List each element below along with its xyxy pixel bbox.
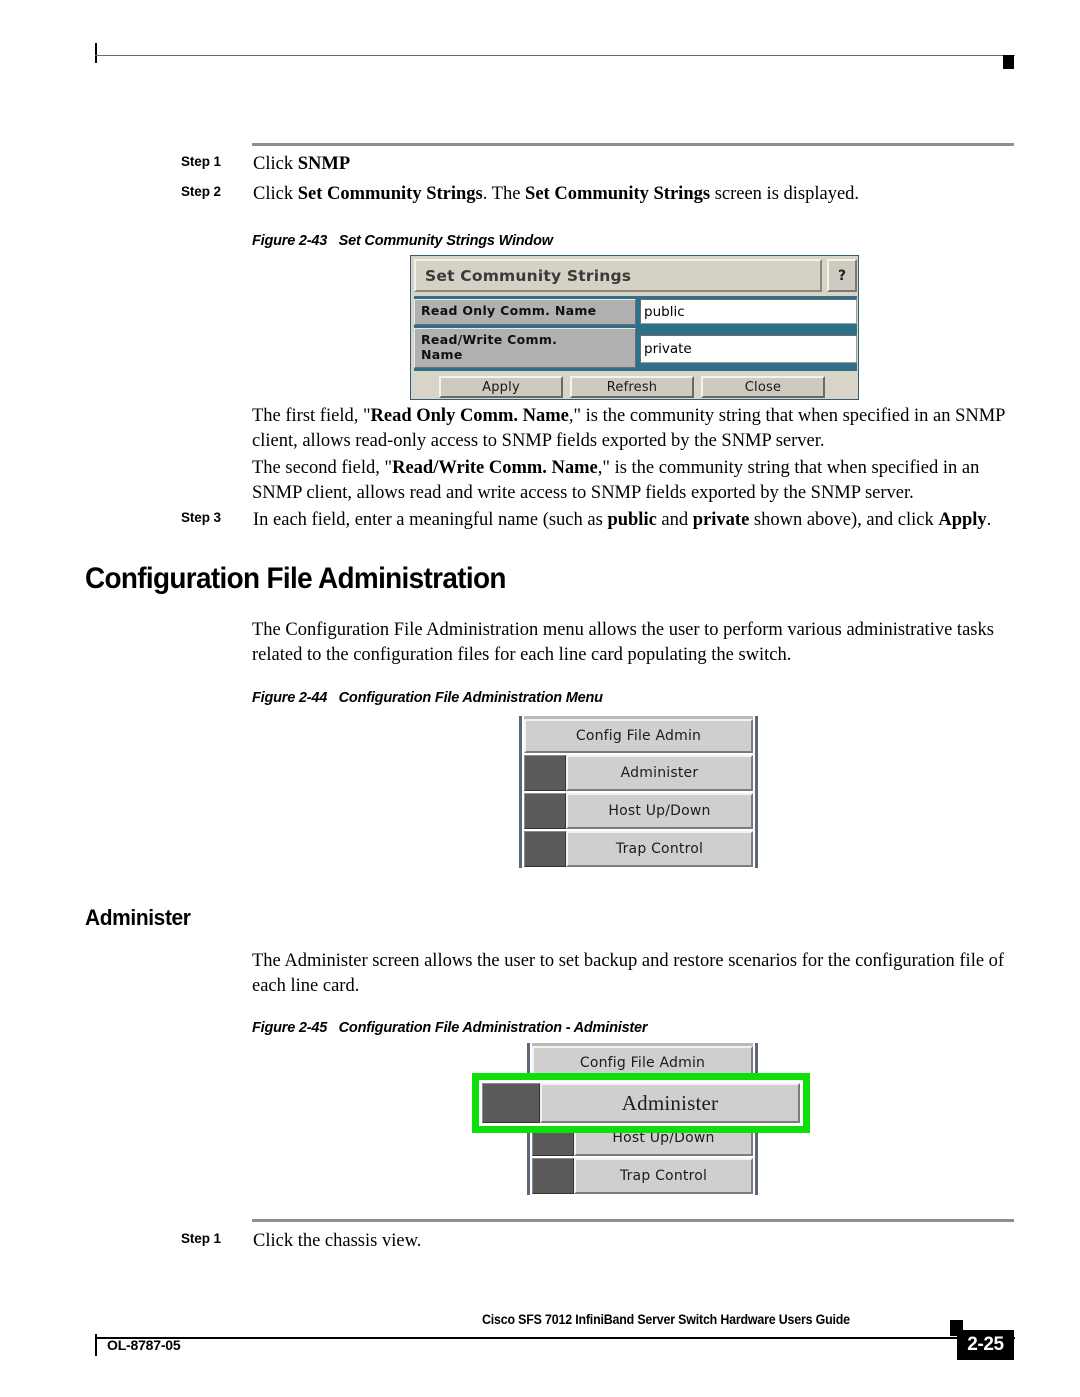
step-row-4: Step 1 Click the chassis view. bbox=[181, 1229, 1021, 1254]
read-write-comm-name-input[interactable] bbox=[640, 335, 857, 363]
page-subtitle-administer: Administer bbox=[85, 905, 191, 930]
menu-item-label-host-up-down: Host Up/Down bbox=[566, 793, 753, 829]
administer-highlight-callout[interactable]: Administer bbox=[472, 1073, 810, 1133]
menu-item-trap-control[interactable]: Trap Control bbox=[532, 1158, 753, 1194]
read-only-comm-name-input[interactable] bbox=[640, 299, 857, 324]
step-row-1: Step 1 Click SNMP bbox=[181, 152, 1021, 177]
footer-rule bbox=[95, 1337, 1015, 1339]
menu-right-rail bbox=[753, 716, 760, 868]
step-1-label: Step 1 bbox=[181, 154, 221, 169]
paragraph-config-intro: The Configuration File Administration me… bbox=[252, 620, 994, 665]
dialog-title: Set Community Strings bbox=[414, 259, 822, 292]
menu-item-host-up-down[interactable]: Host Up/Down bbox=[524, 793, 753, 829]
callout-label-administer: Administer bbox=[540, 1083, 800, 1123]
menu-item-trap-control[interactable]: Trap Control bbox=[524, 831, 753, 867]
figure-caption-2-44: Figure 2-44 Configuration File Administr… bbox=[252, 690, 603, 706]
read-only-comm-name-field-wrap bbox=[640, 299, 857, 325]
menu-indent-block bbox=[524, 755, 566, 791]
dialog-title-bar: Set Community Strings ? bbox=[414, 259, 857, 292]
menu-item-label-trap-control: Trap Control bbox=[566, 831, 753, 867]
step-3-label: Step 3 bbox=[181, 510, 221, 525]
read-write-label-line-2: Name bbox=[421, 347, 463, 362]
menu-item-label-config-file-admin: Config File Admin bbox=[524, 719, 753, 753]
menu-item-label-trap-control: Trap Control bbox=[574, 1158, 753, 1194]
read-write-comm-name-label: Read/Write Comm. Name bbox=[414, 328, 636, 368]
read-only-comm-name-label: Read Only Comm. Name bbox=[414, 299, 636, 325]
steps-top-divider bbox=[252, 143, 1014, 146]
top-left-tick-mark bbox=[95, 43, 97, 63]
step-3-text: In each field, enter a meaningful name (… bbox=[253, 510, 992, 530]
menu-item-administer[interactable]: Administer bbox=[524, 755, 753, 791]
menu-indent-block bbox=[532, 1158, 574, 1194]
help-question-icon[interactable]: ? bbox=[827, 259, 857, 292]
step-2-label: Step 2 bbox=[181, 184, 221, 199]
footer-document-id: OL-8787-05 bbox=[107, 1337, 181, 1353]
step-row-3: Step 3 In each field, enter a meaningful… bbox=[181, 508, 1031, 533]
apply-button[interactable]: Apply bbox=[439, 376, 563, 398]
document-page: Step 1 Click SNMP Step 2 Click Set Commu… bbox=[0, 0, 1080, 1397]
paragraph-administer-intro: The Administer screen allows the user to… bbox=[252, 951, 1005, 996]
footer-page-number: 2-25 bbox=[957, 1330, 1014, 1360]
paragraph-second-field: The second field, "Read/Write Comm. Name… bbox=[252, 458, 980, 503]
refresh-button[interactable]: Refresh bbox=[570, 376, 694, 398]
menu-indent-block bbox=[524, 831, 566, 867]
paragraph-first-field: The first field, "Read Only Comm. Name,"… bbox=[252, 406, 1005, 451]
step-2-text: Click Set Community Strings. The Set Com… bbox=[253, 184, 860, 204]
top-right-tab-mark bbox=[1003, 55, 1014, 69]
menu-item-label-administer: Administer bbox=[566, 755, 753, 791]
dialog-button-row: Apply Refresh Close bbox=[414, 376, 857, 398]
page-title-configuration-file-administration: Configuration File Administration bbox=[85, 562, 506, 595]
steps-bottom-divider bbox=[252, 1219, 1014, 1222]
figure-caption-2-45: Figure 2-45 Configuration File Administr… bbox=[252, 1020, 648, 1036]
close-button[interactable]: Close bbox=[701, 376, 825, 398]
figure-caption-2-43: Figure 2-43 Set Community Strings Window bbox=[252, 233, 553, 249]
menu-item-config-file-admin[interactable]: Config File Admin bbox=[524, 719, 753, 753]
step-row-2: Step 2 Click Set Community Strings. The … bbox=[181, 182, 1021, 207]
callout-indent-block bbox=[482, 1083, 540, 1123]
menu-left-rail bbox=[517, 716, 524, 868]
step-4-text: Click the chassis view. bbox=[253, 1231, 422, 1251]
config-file-admin-menu: Config File Admin Administer Host Up/Dow… bbox=[517, 716, 760, 868]
set-community-strings-dialog: Set Community Strings ? Read Only Comm. … bbox=[410, 255, 859, 400]
read-write-label-line-1: Read/Write Comm. bbox=[421, 332, 558, 347]
read-write-comm-name-field-wrap bbox=[640, 328, 857, 368]
step-1-bold-snmp: SNMP bbox=[297, 154, 351, 174]
read-write-comm-name-row: Read/Write Comm. Name bbox=[414, 328, 857, 368]
footer-guide-title: Cisco SFS 7012 InfiniBand Server Switch … bbox=[482, 1312, 850, 1327]
dialog-field-panel: Read Only Comm. Name Read/Write Comm.Nam… bbox=[414, 296, 857, 371]
menu-indent-block bbox=[524, 793, 566, 829]
read-only-comm-name-row: Read Only Comm. Name bbox=[414, 299, 857, 325]
step-4-label: Step 1 bbox=[181, 1231, 221, 1246]
top-header-rule bbox=[95, 55, 1015, 56]
step-1-text: Click SNMP bbox=[253, 154, 351, 174]
